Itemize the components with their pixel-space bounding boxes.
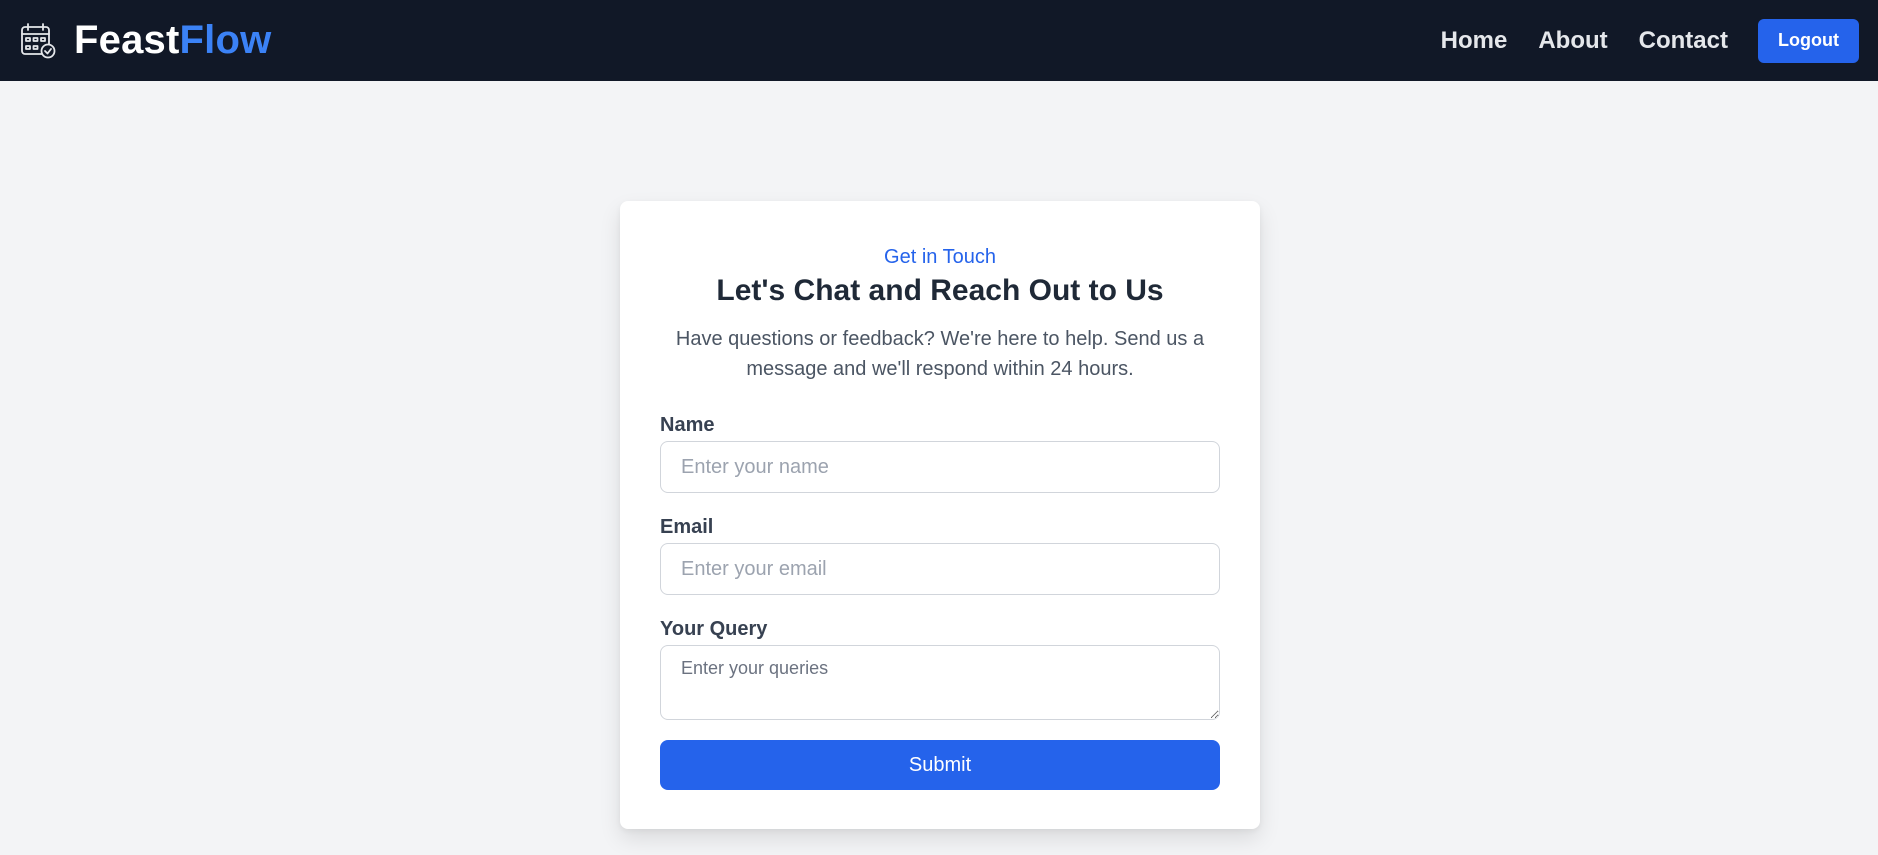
query-label: Your Query [660, 618, 768, 640]
name-label: Name [660, 414, 715, 436]
brand-logo[interactable]: FeastFlow [20, 18, 271, 63]
brand-name: FeastFlow [74, 18, 271, 63]
nav-links: Home About Contact Logout [1441, 18, 1859, 63]
query-textarea[interactable] [660, 645, 1220, 720]
email-label: Email [660, 516, 714, 538]
calendar-check-icon [21, 23, 56, 59]
submit-button[interactable]: Submit [660, 740, 1220, 790]
brand-name-part1: Feast [74, 18, 180, 62]
navbar: FeastFlow Home About Contact Logout [0, 0, 1878, 81]
contact-description: Have questions or feedback? We're here t… [675, 328, 1205, 380]
email-input[interactable] [660, 543, 1220, 595]
logout-button[interactable]: Logout [1758, 18, 1859, 63]
contact-card: Get in Touch Let's Chat and Reach Out to… [620, 201, 1260, 829]
nav-link-home[interactable]: Home [1441, 27, 1508, 55]
nav-link-contact[interactable]: Contact [1639, 27, 1728, 55]
contact-title: Let's Chat and Reach Out to Us [716, 274, 1164, 307]
name-input[interactable] [660, 441, 1220, 493]
brand-name-part2: Flow [179, 18, 272, 62]
nav-link-about[interactable]: About [1538, 27, 1607, 55]
contact-eyebrow: Get in Touch [884, 246, 996, 268]
